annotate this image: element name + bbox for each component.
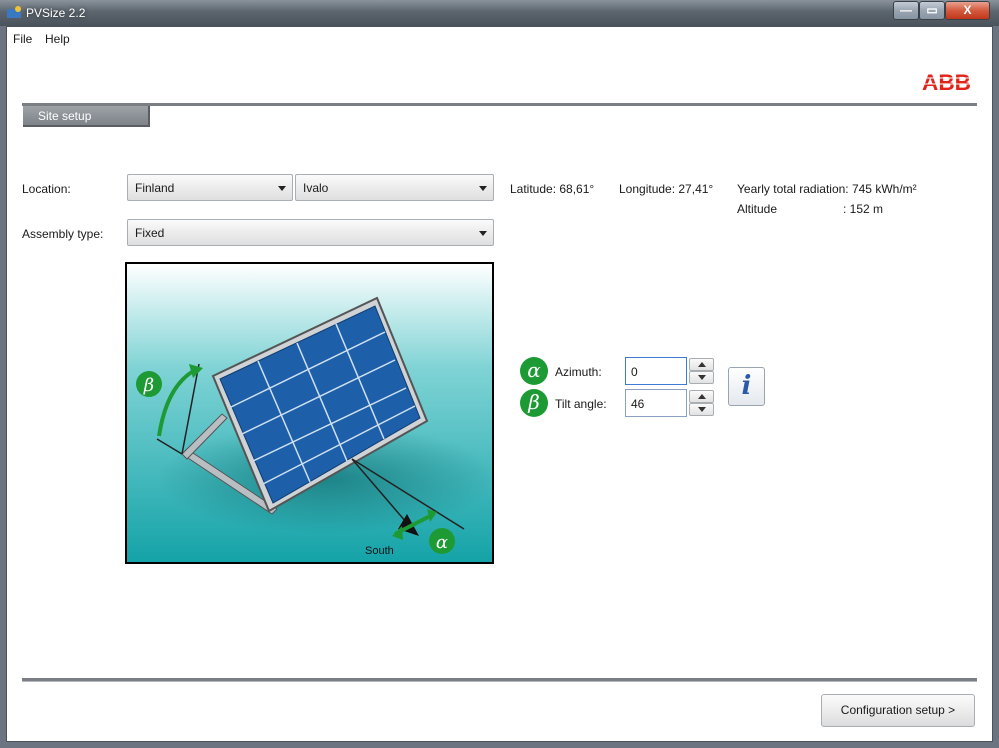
info-button[interactable]: i	[728, 367, 765, 406]
beta-symbol: β	[143, 375, 154, 396]
menu-bar: File Help	[7, 27, 992, 49]
alpha-icon: α	[520, 357, 548, 385]
beta-icon: β	[520, 389, 548, 417]
top-divider	[22, 103, 977, 106]
azimuth-input[interactable]: 0	[625, 357, 687, 385]
azimuth-value: 0	[631, 365, 638, 379]
close-button[interactable]: X	[945, 1, 990, 20]
south-label: South	[365, 545, 394, 557]
location-label: Location:	[22, 182, 71, 196]
tilt-down-button[interactable]	[689, 403, 714, 416]
abb-logo: ABB	[922, 71, 972, 93]
country-select[interactable]: Finland	[127, 174, 293, 201]
altitude-label: Altitude	[737, 202, 778, 216]
azimuth-up-button[interactable]	[689, 358, 714, 371]
configuration-setup-button[interactable]: Configuration setup >	[821, 694, 975, 727]
city-value: Ivalo	[303, 181, 329, 195]
window-title: PVSize 2.2	[26, 6, 86, 20]
alpha-symbol: α	[436, 532, 448, 553]
tilt-label: Tilt angle:	[555, 397, 607, 411]
azimuth-down-button[interactable]	[689, 371, 714, 384]
latitude-text: Latitude: 68,61°	[510, 182, 595, 196]
menu-help[interactable]: Help	[45, 32, 70, 46]
azimuth-label: Azimuth:	[555, 365, 602, 379]
assembly-select[interactable]: Fixed	[127, 219, 494, 246]
altitude-value: : 152 m	[843, 202, 884, 216]
main-window: File Help ABB Site setup Location: Finla…	[6, 26, 993, 742]
menu-file[interactable]: File	[13, 32, 32, 46]
arrow-down-icon	[698, 375, 706, 380]
country-value: Finland	[135, 181, 175, 195]
maximize-button[interactable]: ▭	[919, 1, 945, 20]
radiation-text: Yearly total radiation: 745 kWh/m²	[737, 182, 917, 196]
tilt-value: 46	[631, 397, 645, 411]
minimize-button[interactable]: —	[893, 1, 919, 20]
panel-diagram: β South α	[127, 264, 492, 562]
solar-panel-illustration: β South α	[125, 262, 494, 564]
tilt-up-button[interactable]	[689, 390, 714, 403]
arrow-up-icon	[698, 362, 706, 367]
arrow-up-icon	[698, 394, 706, 399]
svg-text:ABB: ABB	[922, 71, 971, 93]
chevron-down-icon	[278, 186, 286, 191]
assembly-value: Fixed	[135, 226, 165, 240]
chevron-down-icon	[479, 186, 487, 191]
city-select[interactable]: Ivalo	[295, 174, 494, 201]
assembly-label: Assembly type:	[22, 227, 104, 241]
tilt-input[interactable]: 46	[625, 389, 687, 417]
title-bar: PVSize 2.2 — ▭ X	[0, 0, 999, 26]
bottom-divider	[22, 678, 977, 682]
chevron-down-icon	[479, 231, 487, 236]
longitude-text: Longitude: 27,41°	[619, 182, 714, 196]
arrow-down-icon	[698, 407, 706, 412]
tab-site-setup[interactable]: Site setup	[23, 106, 150, 127]
app-icon	[7, 6, 21, 18]
